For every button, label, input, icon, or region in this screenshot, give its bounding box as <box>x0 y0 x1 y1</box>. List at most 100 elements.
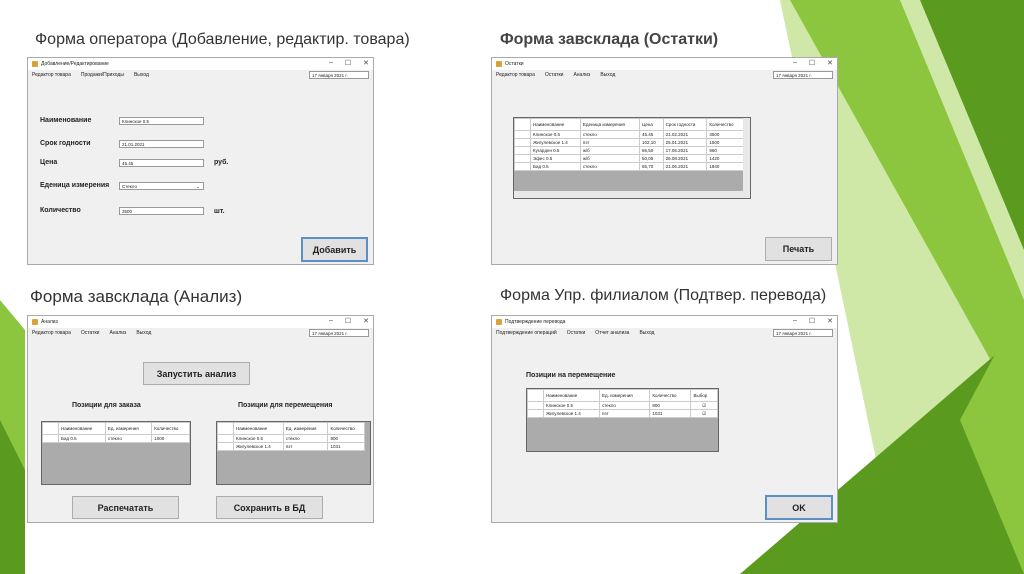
table-cell[interactable]: Жигулевское 1.4 <box>233 442 284 451</box>
order-grid[interactable]: Наименование Ед. измерения Количество Бад 0… <box>41 421 191 485</box>
table-cell[interactable]: Клинское 0.5 <box>543 401 600 410</box>
table-cell[interactable]: 45.45 <box>639 130 664 139</box>
table-cell[interactable]: Клинское 0.5 <box>530 130 581 139</box>
maximize-icon[interactable]: ☐ <box>345 317 351 325</box>
table-cell[interactable]: Клинское 0.5 <box>233 434 284 443</box>
table-cell[interactable]: 1031 <box>327 442 365 451</box>
table-row[interactable]: Клинское 0.5 стекло 800 ☑ <box>527 401 718 410</box>
transfer-grid[interactable]: Наименование Ед. измерения Количество Выбор… <box>526 388 719 452</box>
column-header[interactable]: Выбор <box>690 389 718 402</box>
table-cell[interactable]: 65,70 <box>639 162 664 171</box>
table-cell[interactable]: Бад 0.5 <box>530 162 581 171</box>
row-header[interactable] <box>514 138 531 147</box>
column-header[interactable]: Ед. измерения <box>104 422 153 435</box>
table-cell[interactable]: 21.06.2021 <box>662 162 708 171</box>
table-cell[interactable]: 50,05 <box>639 154 664 163</box>
row-header[interactable] <box>527 409 544 418</box>
column-header[interactable]: Наименование <box>543 389 600 402</box>
menu-item[interactable]: Выход <box>134 72 149 78</box>
table-cell[interactable]: Жигулевское 1.4 <box>543 409 600 418</box>
menu-item[interactable]: Редактор товара <box>32 330 71 336</box>
menu-item[interactable]: Отчет анализа <box>595 330 629 336</box>
table-cell[interactable]: 1000 <box>151 434 190 443</box>
minimize-icon[interactable]: – <box>329 59 333 67</box>
close-icon[interactable]: ✕ <box>827 317 833 325</box>
price-input[interactable]: 45.45 <box>119 159 204 167</box>
row-header[interactable] <box>514 146 531 155</box>
table-cell[interactable]: пэт <box>579 138 641 147</box>
menu-item[interactable]: Продажи/Приходы <box>81 72 124 78</box>
table-cell[interactable]: пэт <box>598 409 651 418</box>
stock-grid[interactable]: Наименование Еденица измерения Цена Срок го… <box>513 117 751 199</box>
table-cell[interactable]: 1500 <box>706 138 744 147</box>
table-cell[interactable]: стекло <box>104 434 153 443</box>
print-button[interactable]: Печать <box>765 237 832 261</box>
maximize-icon[interactable]: ☐ <box>809 59 815 67</box>
name-input[interactable]: Клинское 0.5 <box>119 117 204 125</box>
table-row[interactable]: Кугарден 0.5 ж/б 86,50 17.05.2021 960 <box>514 146 744 155</box>
table-row[interactable]: Бад 0.5 стекло 65,70 21.06.2021 1840 <box>514 162 744 171</box>
row-header[interactable] <box>527 401 544 410</box>
row-header[interactable] <box>514 154 531 163</box>
menu-item[interactable]: Редактор товара <box>32 72 71 78</box>
horizontal-scrollbar[interactable] <box>514 191 750 198</box>
column-header[interactable]: Срок годности <box>662 118 708 131</box>
column-header[interactable]: Количество <box>649 389 692 402</box>
table-cell[interactable]: стекло <box>282 434 329 443</box>
table-cell[interactable]: Бад 0.5 <box>58 434 106 443</box>
date-picker[interactable]: 17 января 2021 г. <box>309 329 369 337</box>
table-cell[interactable]: ж/б <box>579 146 641 155</box>
table-cell[interactable]: 800 <box>327 434 365 443</box>
table-cell[interactable]: стекло <box>579 130 641 139</box>
table-cell[interactable]: 1031 <box>649 409 692 418</box>
table-row[interactable]: Жигулевское 1.4 пэт 102,10 25.01.2021 1500 <box>514 138 744 147</box>
table-cell[interactable]: стекло <box>598 401 651 410</box>
column-header[interactable]: Количество <box>151 422 190 435</box>
save-to-db-button[interactable]: Сохранить в БД <box>216 496 323 519</box>
print-button[interactable]: Распечатать <box>72 496 179 519</box>
column-header[interactable]: Количество <box>327 422 365 435</box>
ok-button[interactable]: OK <box>765 495 833 520</box>
table-row[interactable]: Клинское 0.5 стекло 800 <box>217 434 365 443</box>
table-cell[interactable]: 3500 <box>706 130 744 139</box>
table-cell[interactable]: 102,10 <box>639 138 664 147</box>
table-row[interactable]: Бад 0.5 стекло 1000 <box>42 434 190 443</box>
menu-item[interactable]: Выход <box>136 330 151 336</box>
menu-item[interactable]: Анализ <box>109 330 126 336</box>
column-header[interactable]: Еденица измерения <box>579 118 641 131</box>
minimize-icon[interactable]: – <box>793 317 797 325</box>
table-cell[interactable]: Кугарден 0.5 <box>530 146 581 155</box>
table-row[interactable]: Эфес 0.5 ж/б 50,05 26.08.2021 1420 <box>514 154 744 163</box>
menu-item[interactable]: Остатки <box>81 330 100 336</box>
table-cell[interactable]: стекло <box>579 162 641 171</box>
minimize-icon[interactable]: – <box>329 317 333 325</box>
row-header[interactable] <box>42 434 59 443</box>
move-grid[interactable]: Наименование Ед. измерения Количество Клинс… <box>216 421 371 485</box>
vertical-scrollbar[interactable] <box>743 118 750 191</box>
column-header[interactable]: Ед. измерения <box>282 422 329 435</box>
unit-select[interactable]: Стекло ⌄ <box>119 182 204 190</box>
close-icon[interactable]: ✕ <box>363 317 369 325</box>
table-cell[interactable]: ж/б <box>579 154 641 163</box>
maximize-icon[interactable]: ☐ <box>809 317 815 325</box>
table-cell[interactable]: Жигулевское 1.4 <box>530 138 581 147</box>
table-cell[interactable]: 960 <box>706 146 744 155</box>
table-cell[interactable]: 25.01.2021 <box>662 138 708 147</box>
table-cell[interactable]: 21.02.2021 <box>662 130 708 139</box>
table-cell[interactable]: 1420 <box>706 154 744 163</box>
close-icon[interactable]: ✕ <box>827 59 833 67</box>
expiry-input[interactable]: 21.01.2021 <box>119 140 204 148</box>
row-header[interactable] <box>514 130 531 139</box>
row-header[interactable] <box>514 162 531 171</box>
row-header[interactable] <box>217 442 234 451</box>
add-button[interactable]: Добавить <box>301 237 368 262</box>
menu-item[interactable]: Выход <box>639 330 654 336</box>
minimize-icon[interactable]: – <box>793 59 797 67</box>
column-header[interactable]: Ед. измерения <box>598 389 651 402</box>
column-header[interactable]: Наименование <box>233 422 284 435</box>
menu-item[interactable]: Остатки <box>567 330 586 336</box>
table-cell[interactable]: 86,50 <box>639 146 664 155</box>
table-cell[interactable]: пэт <box>282 442 329 451</box>
select-checkbox[interactable]: ☑ <box>690 401 718 410</box>
menu-item[interactable]: Редактор товара <box>496 72 535 78</box>
